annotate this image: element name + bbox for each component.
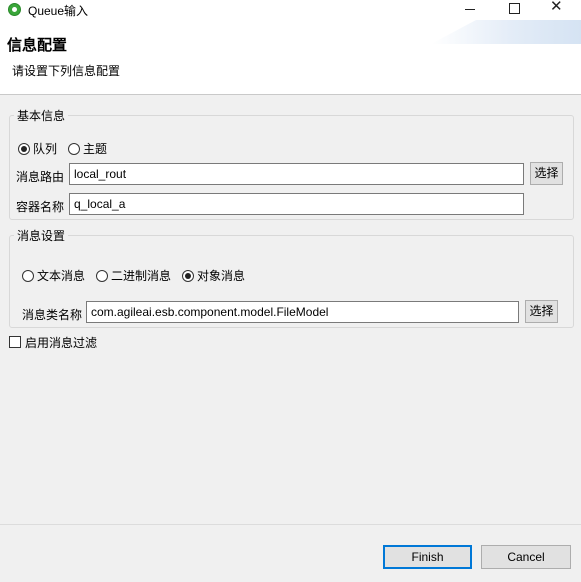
page-description: 请设置下列信息配置 bbox=[12, 64, 121, 78]
topic-radio[interactable] bbox=[68, 142, 81, 155]
close-button[interactable]: ✕ bbox=[535, 0, 581, 18]
object-message-radio[interactable] bbox=[182, 269, 195, 282]
object-message-label[interactable]: 对象消息 bbox=[197, 267, 245, 284]
close-icon: ✕ bbox=[550, 0, 563, 15]
maximize-button[interactable] bbox=[492, 0, 538, 18]
app-logo-icon bbox=[8, 3, 21, 16]
minimize-icon bbox=[465, 9, 475, 10]
dialog-header: 信息配置 请设置下列信息配置 bbox=[0, 18, 581, 95]
minimize-button[interactable] bbox=[446, 0, 492, 18]
container-input[interactable]: q_local_a bbox=[69, 193, 524, 215]
basic-info-group: 基本信息 队列 主题 消息路由 local_rout 选择 容器名称 q_loc… bbox=[9, 107, 574, 220]
enable-filter-checkbox[interactable] bbox=[9, 336, 21, 348]
window-title: Queue输入 bbox=[28, 4, 89, 18]
message-settings-legend: 消息设置 bbox=[17, 229, 66, 243]
queue-radio[interactable] bbox=[18, 142, 30, 155]
route-select-button[interactable]: 选择 bbox=[530, 162, 563, 185]
footer-divider bbox=[0, 524, 581, 525]
destination-type-group: 队列 主题 bbox=[18, 140, 118, 157]
class-select-button[interactable]: 选择 bbox=[525, 300, 558, 323]
page-title: 信息配置 bbox=[7, 37, 68, 54]
queue-radio-label[interactable]: 队列 bbox=[33, 140, 57, 157]
binary-message-radio[interactable] bbox=[96, 269, 109, 282]
text-message-label[interactable]: 文本消息 bbox=[37, 267, 85, 284]
cancel-button[interactable]: Cancel bbox=[481, 545, 571, 569]
basic-info-legend: 基本信息 bbox=[17, 109, 66, 123]
topic-radio-label[interactable]: 主题 bbox=[83, 140, 107, 157]
class-name-label: 消息类名称 bbox=[22, 308, 83, 322]
header-banner-graphic bbox=[431, 20, 581, 44]
message-settings-group: 消息设置 文本消息 二进制消息 对象消息 消息类名称 com.agileai.e… bbox=[9, 227, 574, 328]
route-input[interactable]: local_rout bbox=[69, 163, 524, 185]
binary-message-label[interactable]: 二进制消息 bbox=[111, 267, 171, 284]
route-label: 消息路由 bbox=[16, 170, 65, 184]
message-type-group: 文本消息 二进制消息 对象消息 bbox=[22, 267, 256, 284]
maximize-icon bbox=[509, 3, 520, 14]
window-titlebar: Queue输入 ✕ bbox=[0, 0, 581, 18]
finish-button[interactable]: Finish bbox=[383, 545, 472, 569]
class-name-input[interactable]: com.agileai.esb.component.model.FileMode… bbox=[86, 301, 519, 323]
enable-filter-label[interactable]: 启用消息过滤 bbox=[25, 334, 97, 351]
text-message-radio[interactable] bbox=[22, 269, 34, 282]
container-label: 容器名称 bbox=[16, 200, 65, 214]
